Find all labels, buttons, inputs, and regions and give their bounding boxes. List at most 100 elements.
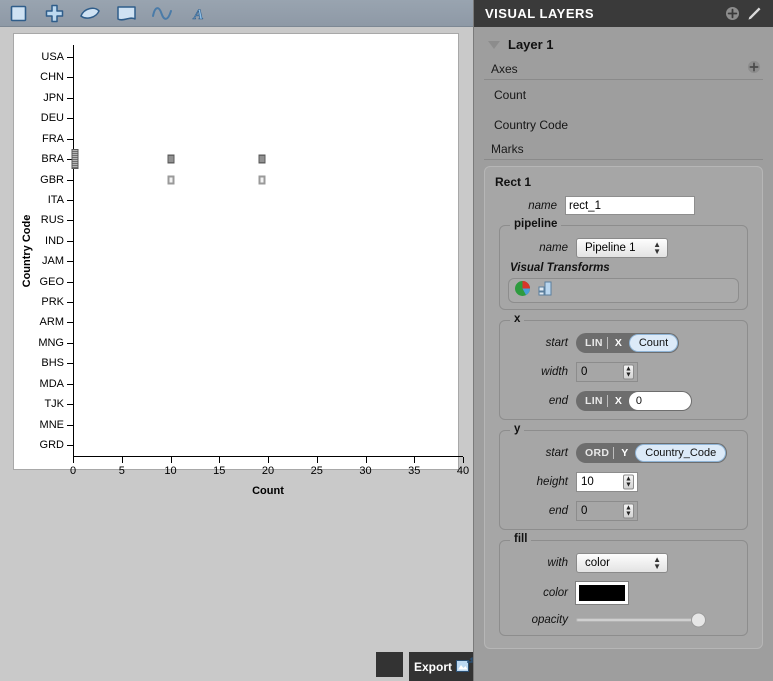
drawing-toolbar: A: [0, 0, 473, 27]
wedge-tool[interactable]: [72, 0, 108, 27]
plus-circle-icon[interactable]: [721, 3, 743, 25]
axis-item-country-code[interactable]: Country Code: [474, 110, 773, 140]
visual-transforms-label: Visual Transforms: [510, 262, 610, 274]
y-tick-mark: [67, 118, 73, 120]
x-tick-label: 40: [456, 465, 470, 477]
y-tick-label: ARM: [39, 316, 64, 329]
stepper-arrows-icon[interactable]: ▲ ▼: [623, 364, 634, 380]
y-tick-label: MDA: [39, 377, 64, 390]
y-tick-mark: [67, 179, 73, 181]
y-tick-label: DEU: [40, 112, 64, 125]
pie-chart-icon[interactable]: [514, 280, 531, 302]
y-tick-label: TJK: [44, 398, 64, 411]
chart-canvas[interactable]: USA CHN JPN DEU FRA BRA GBR ITA RUS IND JAM GEO PRK A…: [13, 33, 469, 497]
y-tick-mark: [67, 322, 73, 324]
x-legend: x: [510, 313, 525, 325]
axes-section-header: Axes: [484, 60, 763, 80]
text-a-tool[interactable]: A: [180, 0, 216, 27]
y-tick-mark: [67, 383, 73, 385]
x-start-value[interactable]: Count: [628, 334, 679, 352]
y-height-stepper[interactable]: 10 ▲ ▼: [576, 472, 638, 492]
pipeline-name-value: Pipeline 1: [585, 242, 636, 254]
add-axis-icon[interactable]: [747, 60, 761, 77]
rect-name-input[interactable]: rect_1: [565, 196, 695, 215]
fill-color-well[interactable]: [575, 581, 629, 605]
x-tick-mark: [316, 457, 318, 463]
x-width-label: width: [541, 366, 568, 378]
y-start-pill[interactable]: ORD Y Country_Code: [576, 443, 728, 463]
color-swatch[interactable]: [376, 652, 403, 677]
layer-row[interactable]: Layer 1: [474, 27, 773, 60]
pipeline-name-row: name Pipeline 1 ▲ ▼: [506, 238, 741, 258]
x-tick-mark: [219, 457, 221, 463]
data-mark[interactable]: [258, 154, 266, 164]
axis-item-count[interactable]: Count: [474, 80, 773, 110]
bar-chart-icon[interactable]: [537, 280, 554, 302]
x-width-stepper[interactable]: 0 ▲ ▼: [576, 362, 638, 382]
stepper-arrows-icon[interactable]: ▲ ▼: [623, 503, 634, 519]
rect-mark-group: Rect 1 name rect_1 pipeline name Pipelin…: [484, 166, 763, 649]
y-tick-label: GBR: [40, 173, 64, 186]
rect-tool[interactable]: [0, 0, 36, 27]
plus-tool[interactable]: [36, 0, 72, 27]
y-tick-label: MNE: [39, 418, 64, 431]
x-end-row: end LIN X 0: [506, 391, 741, 411]
stepper-arrows-icon[interactable]: ▲ ▼: [623, 474, 634, 490]
pipeline-name-select[interactable]: Pipeline 1 ▲ ▼: [576, 238, 668, 258]
x-tick-mark: [121, 457, 123, 463]
data-mark[interactable]: [167, 154, 174, 164]
export-button[interactable]: Export: [409, 652, 473, 681]
data-mark[interactable]: [258, 175, 266, 185]
rect-title: Rect 1: [495, 175, 532, 189]
slider-knob[interactable]: [691, 612, 706, 628]
x-end-value[interactable]: 0: [628, 392, 691, 410]
y-height-label: height: [536, 476, 568, 488]
x-tick-label: 25: [310, 465, 323, 477]
x-tick-mark: [365, 457, 367, 463]
x-fieldset: x start LIN X Count width 0 ▲ ▼ end LIN …: [499, 313, 748, 420]
y-tick-mark: [67, 57, 73, 58]
data-mark[interactable]: [167, 175, 174, 185]
y-tick-mark: [67, 261, 73, 263]
y-end-row: end 0 ▲ ▼: [506, 501, 741, 521]
fill-opacity-row: opacity: [506, 612, 741, 628]
fill-opacity-slider[interactable]: [576, 612, 706, 628]
y-tick-label: MNG: [38, 336, 64, 349]
visual-transforms-dropzone[interactable]: [508, 278, 739, 303]
y-start-scale: ORD: [578, 447, 615, 459]
axes-heading: Axes: [491, 62, 518, 76]
y-height-value: 10: [581, 476, 594, 488]
y-tick-label: JPN: [43, 91, 64, 104]
y-start-label: start: [545, 447, 568, 459]
panel-title: VISUAL LAYERS: [485, 6, 595, 21]
x-end-pill[interactable]: LIN X 0: [576, 391, 692, 411]
x-tick-mark: [463, 457, 464, 463]
area-tool[interactable]: [108, 0, 144, 27]
plot-frame: [73, 45, 463, 457]
x-start-pill[interactable]: LIN X Count: [576, 333, 680, 353]
data-mark[interactable]: [71, 149, 79, 170]
y-tick-mark: [67, 404, 73, 406]
y-end-stepper[interactable]: 0 ▲ ▼: [576, 501, 638, 521]
x-tick-mark: [170, 457, 172, 463]
x-start-row: start LIN X Count: [506, 333, 741, 353]
fill-with-select[interactable]: color ▲ ▼: [576, 553, 668, 573]
y-end-label: end: [548, 505, 568, 517]
y-tick-mark: [67, 199, 73, 201]
wave-tool[interactable]: [144, 0, 180, 27]
app-root: A USA CHN JPN DEU FRA BRA GBR ITA RUS IND JAM GEO PR…: [0, 0, 773, 681]
pipeline-name-label: name: [539, 242, 568, 254]
marks-heading: Marks: [491, 142, 524, 156]
pencil-icon[interactable]: [743, 3, 765, 25]
fill-with-value: color: [585, 557, 610, 569]
y-tick-mark: [67, 220, 73, 222]
fill-fieldset: fill with color ▲ ▼ color opacity: [499, 533, 748, 636]
y-height-row: height 10 ▲ ▼: [506, 472, 741, 492]
y-tick-mark: [67, 363, 73, 365]
fill-with-row: with color ▲ ▼: [506, 553, 741, 573]
y-legend: y: [510, 423, 525, 435]
x-width-row: width 0 ▲ ▼: [506, 362, 741, 382]
y-tick-mark: [67, 281, 73, 283]
y-start-value[interactable]: Country_Code: [635, 444, 727, 462]
caret-down-icon[interactable]: [488, 40, 500, 49]
